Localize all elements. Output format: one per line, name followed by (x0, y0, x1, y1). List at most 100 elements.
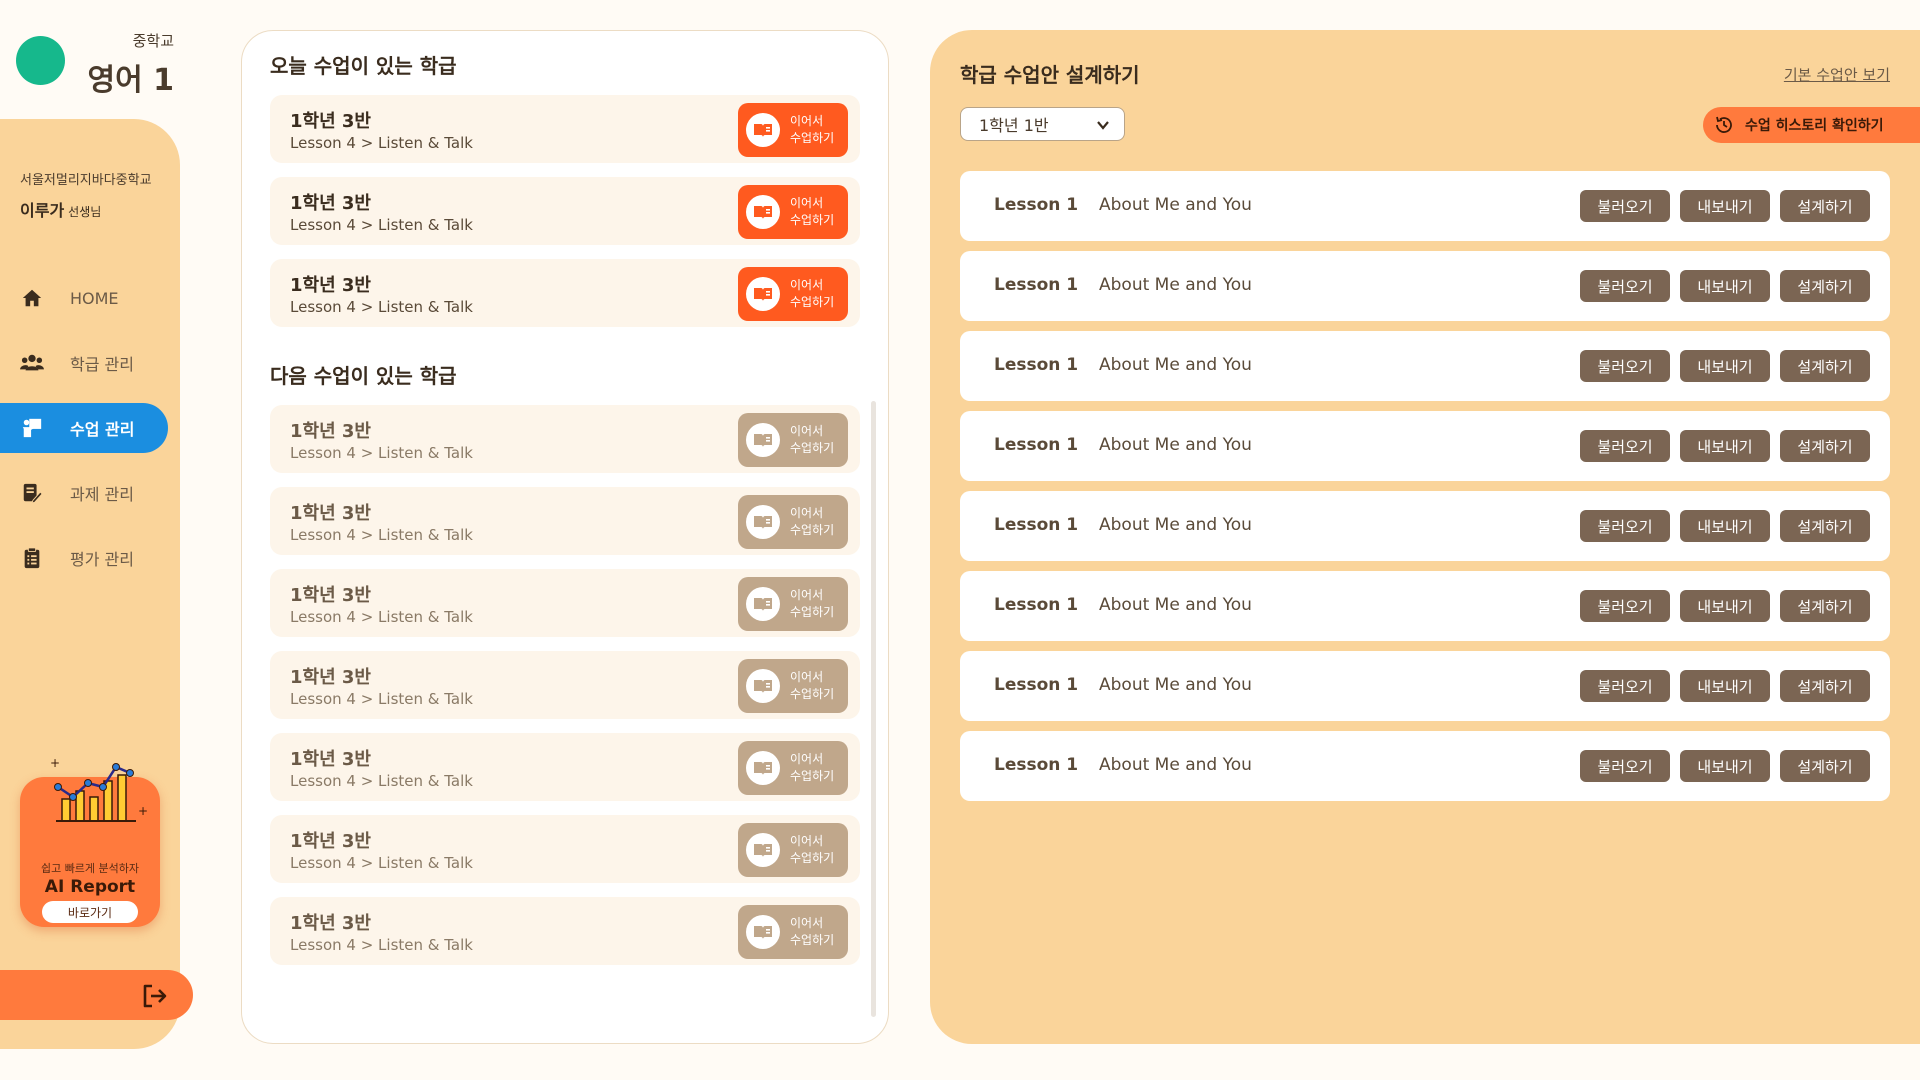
resume-lesson-button[interactable]: 이어서 수업하기 (738, 905, 848, 959)
book-icon (746, 751, 780, 785)
load-button[interactable]: 불러오기 (1580, 190, 1670, 222)
class-name: 1학년 3반 (290, 913, 371, 934)
lesson-title: About Me and You (1099, 275, 1252, 295)
load-button[interactable]: 불러오기 (1580, 590, 1670, 622)
export-button[interactable]: 내보내기 (1680, 190, 1770, 222)
resume-button-label: 이어서 수업하기 (790, 195, 834, 229)
resume-lesson-button[interactable]: 이어서수업하기 (738, 413, 848, 467)
svg-text:+: + (138, 804, 148, 818)
resume-lesson-button[interactable]: 이어서 수업하기 (738, 185, 848, 239)
lesson-number: Lesson 1 (994, 435, 1079, 455)
sidebar-item-evaluation-management[interactable]: 평가 관리 (0, 533, 168, 583)
resume-button-label: 이어서 수업하기 (790, 113, 834, 147)
lesson-actions: 불러오기 내보내기 설계하기 (1580, 670, 1870, 702)
resume-lesson-button[interactable]: 이어서수업하기 (738, 741, 848, 795)
sidebar-item-label: HOME (70, 288, 119, 308)
ai-report-go-button[interactable]: 바로가기 (42, 901, 138, 923)
resume-line2: 수업하기 (790, 687, 835, 701)
teacher-name: 이루가 선생님 (20, 197, 101, 221)
resume-line2: 수업하기 (790, 131, 835, 145)
resume-lesson-button[interactable]: 이어서수업하기 (738, 659, 848, 713)
load-button[interactable]: 불러오기 (1580, 430, 1670, 462)
lesson-number: Lesson 1 (994, 755, 1079, 775)
export-button[interactable]: 내보내기 (1680, 670, 1770, 702)
sidebar-item-lesson-management[interactable]: 수업 관리 (0, 403, 168, 453)
load-button[interactable]: 불러오기 (1580, 750, 1670, 782)
resume-line1: 이어서 (790, 752, 824, 766)
resume-button-label: 이어서 수업하기 (790, 915, 834, 949)
sidebar-item-class-management[interactable]: 학급 관리 (0, 338, 168, 388)
design-button[interactable]: 설계하기 (1780, 750, 1870, 782)
brand-logo (16, 36, 65, 85)
lesson-path: Lesson 4 > Listen & Talk (290, 444, 473, 462)
book-icon (746, 915, 780, 949)
export-button[interactable]: 내보내기 (1680, 510, 1770, 542)
next-class-list: 1학년 3반 Lesson 4 > Listen & Talk 이어서 수업하기 1학년… (270, 405, 860, 979)
resume-lesson-button[interactable]: 이어서수업하기 (738, 495, 848, 549)
design-button[interactable]: 설계하기 (1780, 670, 1870, 702)
resume-line1: 이어서 (790, 916, 824, 930)
resume-line1: 이어서 (790, 670, 824, 684)
class-card: 1학년 3반 Lesson 4 > Listen & Talk 이어서 수업하기 (270, 815, 860, 883)
design-button[interactable]: 설계하기 (1780, 590, 1870, 622)
resume-lesson-button[interactable]: 이어서 수업하기 (738, 823, 848, 877)
design-button[interactable]: 설계하기 (1780, 190, 1870, 222)
load-button[interactable]: 불러오기 (1580, 270, 1670, 302)
resume-button-label: 이어서 수업하기 (790, 277, 834, 311)
today-class-list: 1학년 3반 Lesson 4 > Listen & Talk 이어서 수업하기 1학년… (270, 95, 860, 341)
svg-text:+: + (50, 756, 60, 770)
load-button[interactable]: 불러오기 (1580, 670, 1670, 702)
resume-line2: 수업하기 (790, 523, 835, 537)
export-button[interactable]: 내보내기 (1680, 350, 1770, 382)
resume-line1: 이어서 (790, 506, 824, 520)
sidebar-item-label: 평가 관리 (70, 550, 134, 569)
resume-button-label: 이어서 수업하기 (790, 587, 834, 621)
lesson-path: Lesson 4 > Listen & Talk (290, 134, 473, 152)
sidebar-item-assignment-management[interactable]: 과제 관리 (0, 468, 168, 518)
class-select[interactable]: 1학년 1반 (960, 107, 1125, 141)
class-name: 1학년 3반 (290, 749, 371, 770)
design-button[interactable]: 설계하기 (1780, 270, 1870, 302)
sidebar-item-home[interactable]: HOME (0, 273, 168, 323)
resume-line2: 수업하기 (790, 769, 835, 783)
resume-line1: 이어서 (790, 196, 824, 210)
export-button[interactable]: 내보내기 (1680, 270, 1770, 302)
ai-report-tagline: 쉽고 빠르게 분석하자 (40, 862, 140, 875)
resume-line1: 이어서 (790, 424, 824, 438)
resume-lesson-button[interactable]: 이어서 수업하기 (738, 267, 848, 321)
sidebar-item-label: 과제 관리 (70, 485, 134, 504)
lesson-title: About Me and You (1099, 515, 1252, 535)
export-button[interactable]: 내보내기 (1680, 430, 1770, 462)
book-icon (746, 277, 780, 311)
sidebar-item-label: 수업 관리 (70, 420, 135, 439)
lesson-path: Lesson 4 > Listen & Talk (290, 298, 473, 316)
class-card: 1학년 3반 Lesson 4 > Listen & Talk 이어서 수업하기 (270, 651, 860, 719)
resume-line2: 수업하기 (790, 441, 835, 455)
lesson-actions: 불러오기 내보내기 설계하기 (1580, 590, 1870, 622)
export-button[interactable]: 내보내기 (1680, 750, 1770, 782)
load-button[interactable]: 불러오기 (1580, 350, 1670, 382)
resume-lesson-button[interactable]: 이어서 수업하기 (738, 103, 848, 157)
ai-report-title: AI Report (44, 877, 136, 897)
design-button[interactable]: 설계하기 (1780, 350, 1870, 382)
ai-report-card: + + 쉽고 빠르게 분석하자 AI Report 바로가기 (20, 756, 160, 927)
lesson-number: Lesson 1 (994, 275, 1079, 295)
lesson-row: Lesson 1 About Me and You 불러오기 내보내기 설계하기 (960, 731, 1890, 801)
logout-icon[interactable] (140, 982, 168, 1010)
school-level: 중학교 (132, 32, 174, 50)
design-button[interactable]: 설계하기 (1780, 430, 1870, 462)
lesson-path: Lesson 4 > Listen & Talk (290, 690, 473, 708)
lesson-row: Lesson 1 About Me and You 불러오기 내보내기 설계하기 (960, 171, 1890, 241)
load-button[interactable]: 불러오기 (1580, 510, 1670, 542)
book-icon (746, 587, 780, 621)
lesson-actions: 불러오기 내보내기 설계하기 (1580, 270, 1870, 302)
book-icon (746, 669, 780, 703)
default-plan-link[interactable]: 기본 수업안 보기 (1784, 64, 1890, 85)
lesson-title: About Me and You (1099, 755, 1252, 775)
lesson-history-button[interactable]: 수업 히스토리 확인하기 (1703, 107, 1920, 143)
lesson-design-panel: 학급 수업안 설계하기 기본 수업안 보기 1학년 1반 수업 히스토리 확인하… (930, 30, 1920, 1044)
scrollbar[interactable] (871, 401, 876, 1017)
export-button[interactable]: 내보내기 (1680, 590, 1770, 622)
design-button[interactable]: 설계하기 (1780, 510, 1870, 542)
resume-lesson-button[interactable]: 이어서 수업하기 (738, 577, 848, 631)
